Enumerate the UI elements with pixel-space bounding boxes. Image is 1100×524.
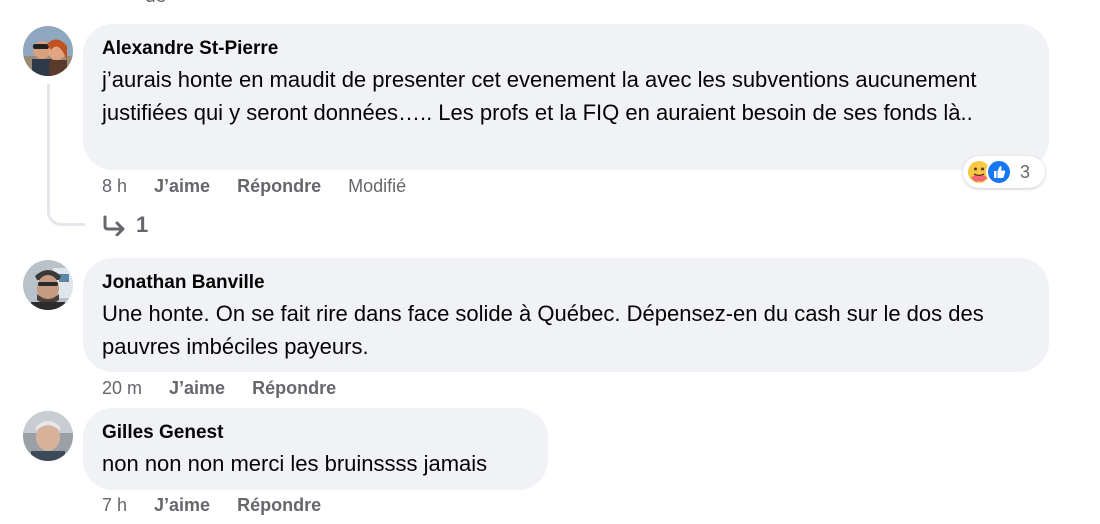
thread-connector-line: [47, 84, 85, 226]
avatar[interactable]: [23, 26, 73, 76]
like-button[interactable]: J’aime: [154, 176, 210, 197]
reply-button[interactable]: Répondre: [237, 495, 321, 516]
like-reaction-icon: [986, 159, 1012, 185]
comment-author[interactable]: Alexandre St-Pierre: [102, 38, 1029, 60]
comment-timestamp[interactable]: 8 h: [102, 176, 127, 197]
comment-bubble: Jonathan Banville Une honte. On se fait …: [83, 258, 1049, 372]
comment-actions: 7 h J’aime Répondre: [102, 493, 348, 517]
comment-author[interactable]: Jonathan Banville: [102, 272, 1029, 294]
avatar-photo: [23, 26, 73, 76]
reaction-count: 3: [1020, 161, 1031, 182]
avatar-photo: [23, 411, 73, 461]
replies-count: 1: [136, 212, 149, 237]
avatar-photo: [23, 260, 73, 310]
comment-actions: 8 h J’aime Répondre Modifié: [102, 174, 406, 198]
comment-timestamp[interactable]: 20 m: [102, 378, 142, 399]
view-replies-button[interactable]: 1: [102, 210, 148, 240]
comment-bubble: Gilles Genest non non non merci les brui…: [83, 408, 548, 490]
reply-arrow-icon: [103, 215, 125, 236]
comment-text: j’aurais honte en maudit de presenter ce…: [102, 67, 977, 125]
reply-button[interactable]: Répondre: [237, 176, 321, 197]
comment-text: non non non merci les bruinssss jamais: [102, 451, 488, 476]
avatar[interactable]: [23, 411, 73, 461]
previous-comment-fragment: dé: [145, 0, 235, 4]
reactions-summary[interactable]: 3: [963, 156, 1045, 188]
like-button[interactable]: J’aime: [169, 378, 225, 399]
comment-timestamp[interactable]: 7 h: [102, 495, 127, 516]
edited-label: Modifié: [348, 175, 407, 196]
comment-actions: 20 m J’aime Répondre: [102, 376, 363, 400]
like-button[interactable]: J’aime: [154, 495, 210, 516]
comment-text: Une honte. On se fait rire dans face sol…: [102, 301, 984, 359]
reply-button[interactable]: Répondre: [252, 378, 336, 399]
comment-bubble: Alexandre St-Pierre j’aurais honte en ma…: [83, 24, 1049, 170]
avatar[interactable]: [23, 260, 73, 310]
comment-author[interactable]: Gilles Genest: [102, 422, 528, 444]
